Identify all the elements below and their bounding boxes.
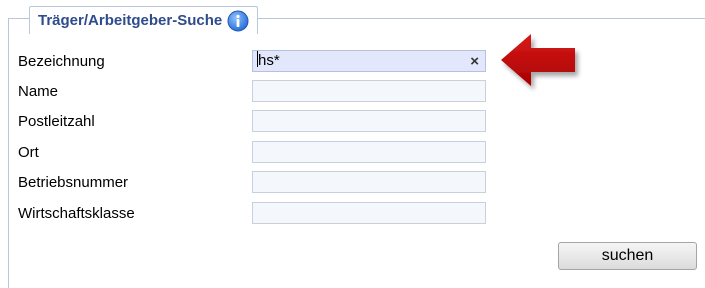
panel-title: Träger/Arbeitgeber-Suche bbox=[38, 12, 223, 29]
field-row-name: Name bbox=[18, 78, 486, 104]
postleitzahl-label: Postleitzahl bbox=[18, 112, 95, 130]
postleitzahl-input[interactable] bbox=[252, 110, 486, 132]
info-icon[interactable] bbox=[227, 10, 249, 32]
bezeichnung-label: Bezeichnung bbox=[18, 52, 105, 70]
field-row-betriebsnummer: Betriebsnummer bbox=[18, 169, 486, 195]
field-row-bezeichnung: Bezeichnung hs* × bbox=[18, 48, 486, 74]
ort-label: Ort bbox=[18, 143, 39, 161]
panel-header: Träger/Arbeitgeber-Suche bbox=[29, 6, 259, 34]
betriebsnummer-input[interactable] bbox=[252, 171, 486, 193]
wirtschaftsklasse-label: Wirtschaftsklasse bbox=[18, 204, 135, 222]
wirtschaftsklasse-input[interactable] bbox=[252, 202, 486, 224]
name-input[interactable] bbox=[252, 80, 486, 102]
betriebsnummer-label: Betriebsnummer bbox=[18, 173, 129, 191]
field-row-ort: Ort bbox=[18, 139, 486, 165]
clear-icon[interactable]: × bbox=[470, 52, 479, 72]
bezeichnung-value: hs* bbox=[258, 52, 280, 69]
field-row-postleitzahl: Postleitzahl bbox=[18, 108, 486, 134]
field-row-wirtschaftsklasse: Wirtschaftsklasse bbox=[18, 200, 486, 226]
name-label: Name bbox=[18, 82, 59, 100]
ort-input[interactable] bbox=[252, 141, 486, 163]
red-arrow-icon bbox=[501, 34, 575, 86]
search-button[interactable]: suchen bbox=[558, 242, 697, 270]
bezeichnung-input[interactable]: hs* × bbox=[252, 50, 486, 72]
